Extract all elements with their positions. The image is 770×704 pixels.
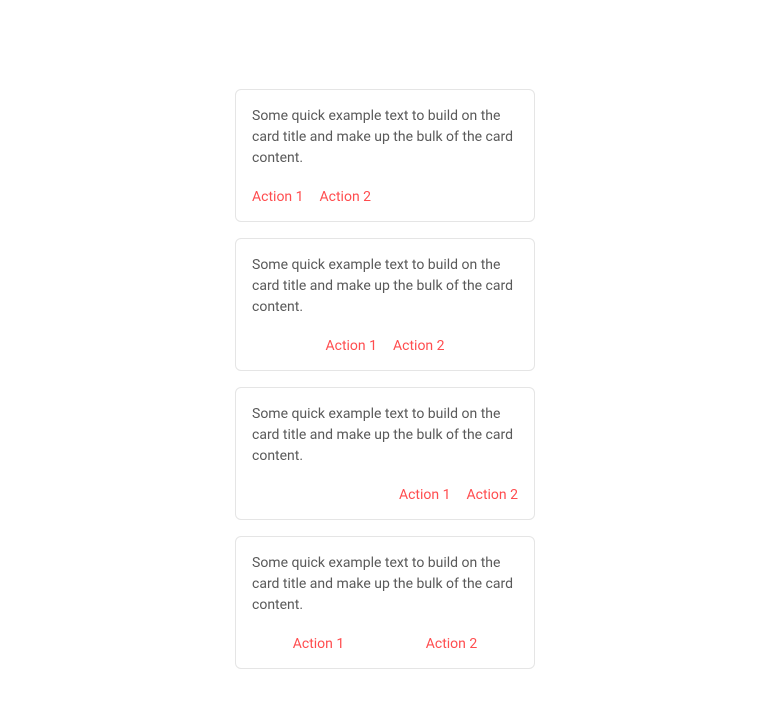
card-left-aligned: Some quick example text to build on the … xyxy=(235,89,535,222)
card-list: Some quick example text to build on the … xyxy=(235,89,535,669)
card-actions: Action 1 Action 2 xyxy=(252,189,518,205)
action-1-link[interactable]: Action 1 xyxy=(325,338,377,354)
card-text: Some quick example text to build on the … xyxy=(252,255,518,318)
card-text: Some quick example text to build on the … xyxy=(252,106,518,169)
card-actions: Action 1 Action 2 xyxy=(252,487,518,503)
action-1-link[interactable]: Action 1 xyxy=(252,189,304,205)
card-actions: Action 1 Action 2 xyxy=(252,338,518,354)
action-2-link[interactable]: Action 2 xyxy=(466,487,518,503)
card-spread-aligned: Some quick example text to build on the … xyxy=(235,536,535,669)
card-center-aligned: Some quick example text to build on the … xyxy=(235,238,535,371)
card-actions: Action 1 Action 2 xyxy=(252,636,518,652)
action-2-link[interactable]: Action 2 xyxy=(426,636,478,652)
action-1-link[interactable]: Action 1 xyxy=(293,636,345,652)
card-text: Some quick example text to build on the … xyxy=(252,553,518,616)
card-right-aligned: Some quick example text to build on the … xyxy=(235,387,535,520)
action-2-link[interactable]: Action 2 xyxy=(320,189,372,205)
action-2-link[interactable]: Action 2 xyxy=(393,338,445,354)
action-1-link[interactable]: Action 1 xyxy=(399,487,451,503)
card-text: Some quick example text to build on the … xyxy=(252,404,518,467)
